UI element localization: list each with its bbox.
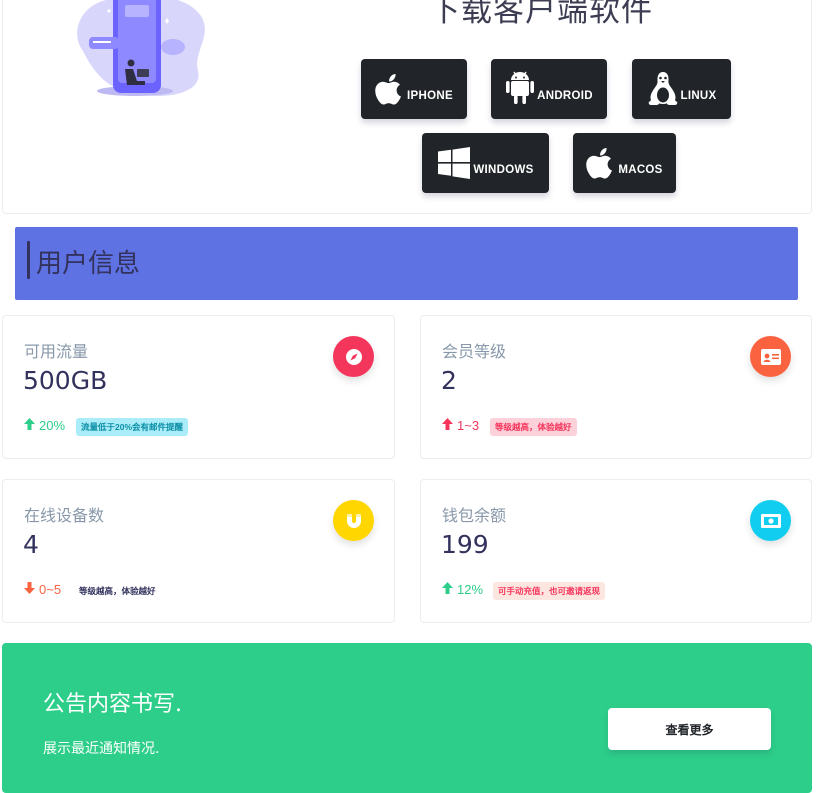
stat-title: 可用流量 — [24, 342, 89, 361]
stat-value: 4 — [23, 530, 39, 559]
download-iphone-button[interactable]: IPHONE — [361, 59, 467, 119]
phone-chat-illustration — [77, 0, 205, 96]
download-android-button[interactable]: ANDROID — [491, 59, 607, 119]
stat-title: 钱包余额 — [442, 506, 507, 525]
download-card: 下载客户端软件 IPHONE ANDROID LINUX WINDOWS MAC… — [2, 0, 812, 214]
view-more-button[interactable]: 查看更多 — [608, 708, 771, 750]
magnet-icon — [333, 500, 374, 541]
header-accent-bar — [27, 241, 30, 279]
stat-trend-value: 20% — [39, 418, 66, 433]
id-card-icon — [750, 336, 791, 377]
compass-icon — [333, 336, 374, 377]
announcement-subtitle: 展示最近通知情况. — [43, 741, 160, 757]
stat-card-member-level: 会员等级 2 1~3 等级越高，体验越好 — [420, 315, 812, 459]
linux-tux-icon — [647, 71, 679, 107]
button-label: WINDOWS — [473, 164, 534, 176]
section-title: 用户信息 — [36, 249, 141, 279]
stat-note-badge: 流量低于20%会有邮件提醒 — [76, 418, 189, 436]
arrow-up-icon — [442, 418, 453, 433]
stat-trend: 20% — [24, 418, 65, 433]
stat-trend: 1~3 — [442, 418, 479, 433]
stat-trend: 0~5 — [24, 582, 61, 597]
stat-note-badge: 等级越高，体验越好 — [490, 418, 577, 436]
arrow-down-icon — [24, 582, 35, 597]
stat-title: 在线设备数 — [24, 506, 105, 525]
stat-card-online-devices: 在线设备数 4 0~5 等级越高，体验越好 — [2, 479, 395, 623]
android-icon — [505, 71, 535, 107]
announcement-card: 公告内容书写. 展示最近通知情况. 查看更多 — [2, 643, 812, 793]
button-label: ANDROID — [537, 90, 593, 102]
apple-icon — [375, 72, 405, 106]
stat-card-wallet-balance: 钱包余额 199 12% 可手动充值，也可邀请返现 — [420, 479, 812, 623]
download-windows-button[interactable]: WINDOWS — [422, 133, 549, 193]
button-label: LINUX — [680, 90, 717, 102]
stat-trend: 12% — [442, 582, 483, 597]
arrow-up-icon — [442, 582, 453, 597]
stat-note-badge: 可手动充值，也可邀请返现 — [493, 582, 606, 600]
windows-icon — [437, 147, 471, 179]
stat-note-text: 等级越高，体验越好 — [79, 586, 156, 596]
stat-card-traffic: 可用流量 500GB 20% 流量低于20%会有邮件提醒 — [2, 315, 395, 459]
download-title: 下载客户端软件 — [429, 0, 653, 29]
stat-trend-value: 0~5 — [39, 582, 62, 597]
stat-value: 2 — [441, 366, 457, 395]
stat-trend-value: 12% — [457, 582, 484, 597]
button-label: MACOS — [618, 164, 663, 176]
announcement-title: 公告内容书写. — [43, 692, 182, 717]
arrow-up-icon — [24, 418, 35, 433]
stat-trend-value: 1~3 — [457, 418, 480, 433]
money-bill-icon — [750, 500, 791, 541]
download-macos-button[interactable]: MACOS — [573, 133, 676, 193]
stat-title: 会员等级 — [442, 342, 507, 361]
stat-value: 199 — [441, 530, 489, 559]
button-label: IPHONE — [407, 90, 453, 102]
user-info-header: 用户信息 — [15, 227, 798, 300]
stat-value: 500GB — [23, 366, 108, 395]
download-linux-button[interactable]: LINUX — [632, 59, 731, 119]
apple-icon — [586, 146, 616, 180]
